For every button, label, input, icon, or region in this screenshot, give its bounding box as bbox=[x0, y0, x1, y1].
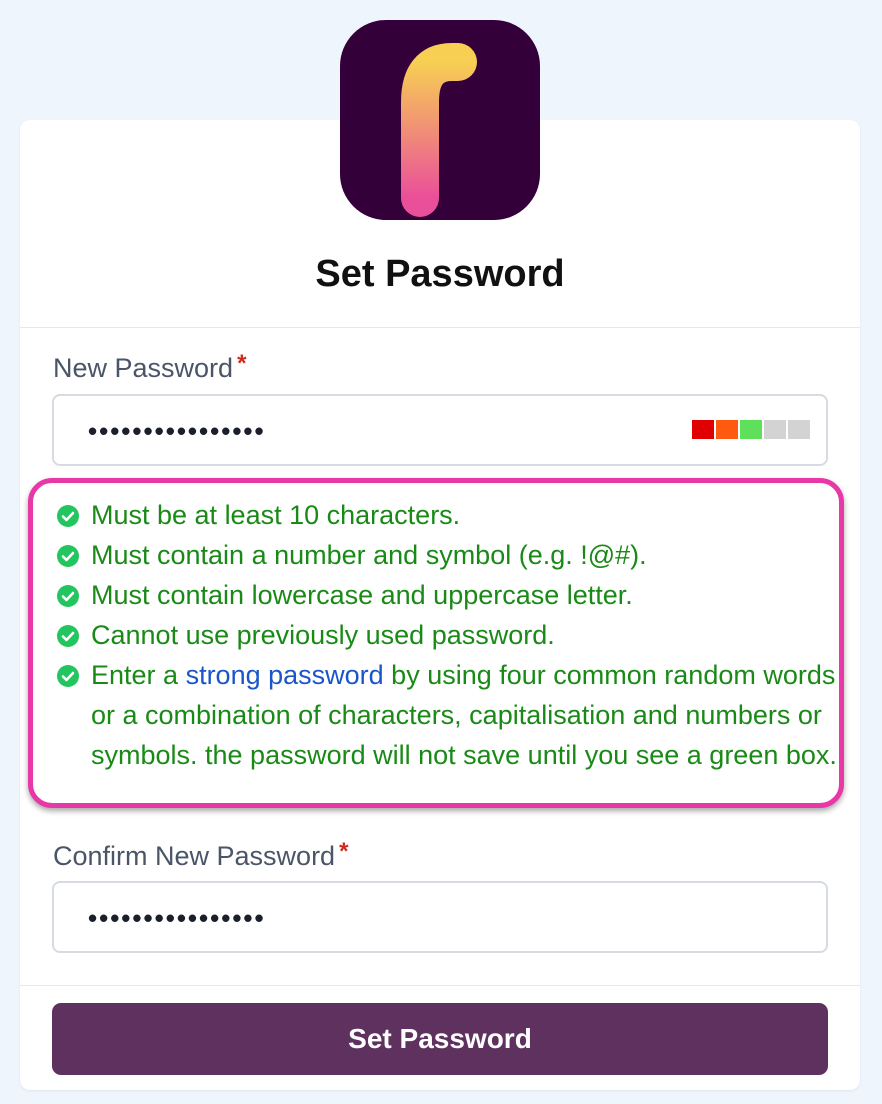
header-divider bbox=[20, 327, 860, 328]
requirement-prefix: Enter a bbox=[91, 660, 186, 690]
strength-segment-3 bbox=[740, 420, 762, 439]
strength-segment-4 bbox=[764, 420, 786, 439]
required-mark: * bbox=[237, 350, 247, 377]
password-requirements-box: Must be at least 10 characters. Must con… bbox=[28, 478, 844, 808]
requirement-item: Enter a strong password by using four co… bbox=[57, 655, 837, 775]
confirm-password-value: •••••••••••••••• bbox=[88, 903, 266, 933]
check-circle-icon bbox=[57, 585, 79, 607]
requirement-text: Cannot use previously used password. bbox=[91, 620, 555, 650]
requirement-text: Must contain lowercase and uppercase let… bbox=[91, 580, 633, 610]
required-mark: * bbox=[339, 838, 349, 865]
password-strength-meter bbox=[692, 420, 810, 439]
set-password-button[interactable]: Set Password bbox=[52, 1003, 828, 1075]
check-circle-icon bbox=[57, 505, 79, 527]
check-circle-icon bbox=[57, 625, 79, 647]
new-password-value: •••••••••••••••• bbox=[88, 416, 266, 446]
strength-segment-5 bbox=[788, 420, 810, 439]
logo-f-icon bbox=[401, 43, 477, 217]
confirm-password-label-text: Confirm New Password bbox=[53, 841, 336, 871]
check-circle-icon bbox=[57, 665, 79, 687]
requirement-text: Must contain a number and symbol (e.g. !… bbox=[91, 540, 647, 570]
requirement-text: Enter a strong password by using four co… bbox=[57, 655, 837, 775]
new-password-label: New Password * bbox=[53, 350, 246, 384]
requirement-text: Must be at least 10 characters. bbox=[91, 500, 461, 530]
requirement-item: Must be at least 10 characters. bbox=[57, 495, 837, 535]
strength-segment-2 bbox=[716, 420, 738, 439]
app-logo bbox=[340, 20, 540, 220]
requirement-item: Cannot use previously used password. bbox=[57, 615, 837, 655]
new-password-label-text: New Password bbox=[53, 353, 234, 383]
strong-password-link[interactable]: strong password bbox=[186, 660, 384, 690]
requirement-item: Must contain lowercase and uppercase let… bbox=[57, 575, 837, 615]
new-password-input[interactable]: •••••••••••••••• bbox=[52, 394, 828, 466]
page-title: Set Password bbox=[315, 253, 565, 295]
check-circle-icon bbox=[57, 545, 79, 567]
confirm-password-label: Confirm New Password * bbox=[53, 838, 348, 872]
confirm-password-input[interactable]: •••••••••••••••• bbox=[52, 881, 828, 953]
requirement-item: Must contain a number and symbol (e.g. !… bbox=[57, 535, 837, 575]
footer-divider bbox=[20, 985, 860, 986]
strength-segment-1 bbox=[692, 420, 714, 439]
